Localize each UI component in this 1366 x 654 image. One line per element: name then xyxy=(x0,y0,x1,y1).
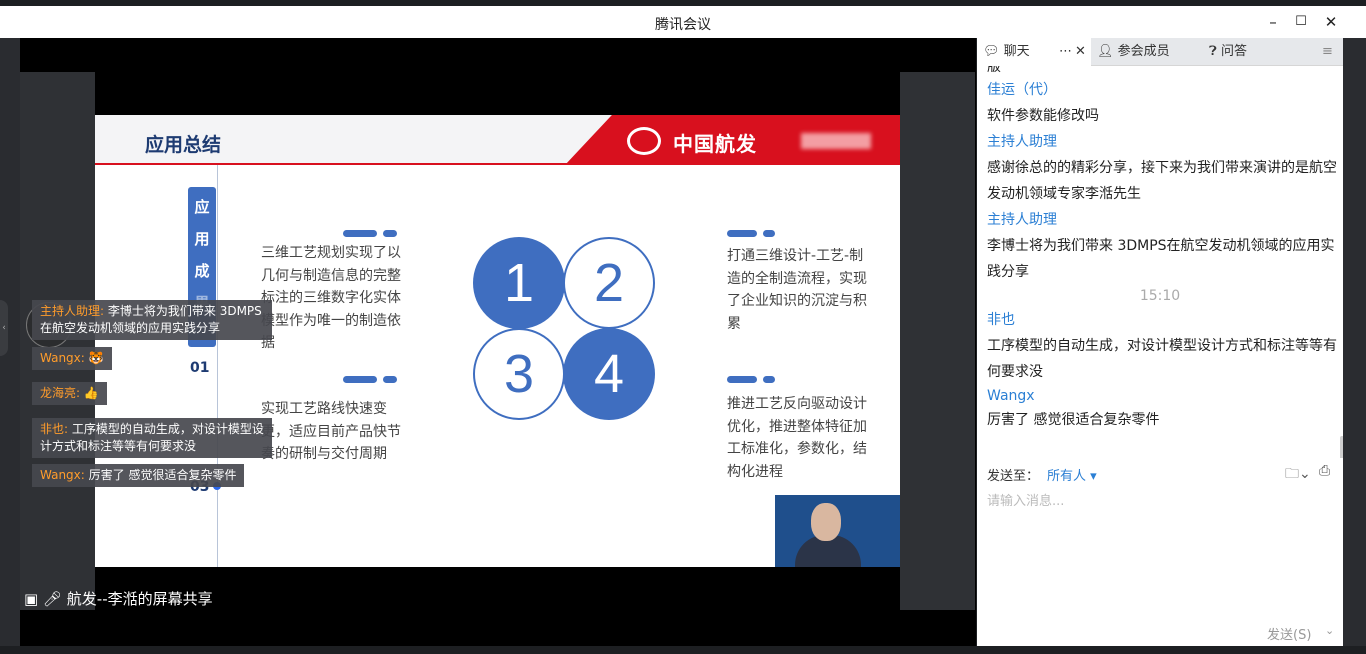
folder-icon[interactable]: 🗀︎⌄ xyxy=(1285,463,1311,487)
slide-point-4: 推进工艺反向驱动设计优化，推进整体特征加工标准化，参数化，结构化进程 xyxy=(727,396,867,480)
presentation-slide: 应用总结 中国航发 应 用 成 果 01 03 三维工艺规划实现了以几何与制造信… xyxy=(95,115,900,567)
decor-bar xyxy=(343,376,377,383)
circle-2: 2 xyxy=(563,237,655,329)
bubble-sender: 非也: xyxy=(40,422,69,436)
slide-point-3: 实现工艺路线快速变更，适应目前产品快节奏的研制与交付周期 xyxy=(261,401,401,462)
chat-message-text: 厉害了 感觉很适合复杂零件 xyxy=(987,412,1160,428)
close-icon[interactable]: ✕ xyxy=(1075,38,1086,66)
qa-icon: ❓︎ xyxy=(1209,44,1217,59)
window-title: 腾讯会议 xyxy=(655,17,711,33)
chat-message-text: 感谢徐总的的精彩分享，接下来为我们带来演讲的是航空发动机领域专家李湉先生 xyxy=(987,160,1337,202)
minimize-button[interactable]: – xyxy=(1262,12,1284,32)
screen-share-caption: ▣ 🎤︎ 航发--李湉的屏幕共享 xyxy=(20,588,213,610)
stage-right-pad xyxy=(900,72,975,610)
bubble-emoji: 🐯 xyxy=(88,351,104,365)
mic-icon: 🎤︎ xyxy=(42,590,63,608)
chat-sender: 佳运（代） xyxy=(987,82,1057,98)
chat-sender: 非也 xyxy=(987,312,1015,328)
decor-bar xyxy=(727,230,757,237)
decor-bar xyxy=(763,376,775,383)
screen-share-owner: 航发--李湉的屏幕共享 xyxy=(66,590,213,608)
bubble-text: 工序模型的自动生成，对设计模型设计方式和标注等等有何要求没 xyxy=(40,422,264,453)
right-edge xyxy=(1343,38,1366,654)
slide-title: 应用总结 xyxy=(145,134,222,156)
side-tab-char: 成 xyxy=(194,262,210,280)
speaker-video xyxy=(775,495,900,567)
chat-bubble: Wangx: 厉害了 感觉很适合复杂零件 xyxy=(32,464,245,487)
bubble-text: 厉害了 感觉很适合复杂零件 xyxy=(88,468,237,482)
screenshot-icon[interactable]: ⎙ xyxy=(1319,463,1330,479)
send-to-value[interactable]: 所有人 ▾ xyxy=(1047,469,1097,484)
bubble-emoji: 👍 xyxy=(83,386,99,400)
close-window-button[interactable]: ✕ xyxy=(1320,12,1342,32)
company-logo-icon xyxy=(627,127,661,155)
tab-qa[interactable]: ❓︎ 问答 xyxy=(1205,38,1315,66)
members-icon: 👤︎ xyxy=(1097,44,1114,59)
maximize-button[interactable]: ☐ xyxy=(1290,12,1312,32)
panel-menu-button[interactable]: ≡ xyxy=(1322,38,1342,66)
circle-4: 4 xyxy=(563,328,655,420)
chat-icon: 💬︎ xyxy=(983,44,1000,59)
chat-message-text: 工序模型的自动生成，对设计模型设计方式和标注等等有何要求没 xyxy=(987,338,1337,380)
chat-bubble: 龙海亮: 👍 xyxy=(32,382,107,405)
side-tab-char: 用 xyxy=(194,230,210,248)
tab-chat-label: 聊天 xyxy=(1003,44,1030,59)
bottom-edge xyxy=(0,646,1366,654)
bubble-sender: 龙海亮: xyxy=(40,386,81,400)
bubble-sender: Wangx: xyxy=(40,468,85,482)
decor-bar xyxy=(383,230,397,237)
collapse-left-handle[interactable]: ‹ xyxy=(0,300,8,356)
chat-sender: 主持人助理 xyxy=(987,134,1057,150)
tab-members[interactable]: 👤︎ 参会成员 xyxy=(1093,38,1203,66)
bubble-sender: 主持人助理: xyxy=(40,304,105,318)
chat-bubble: 非也: 工序模型的自动生成，对设计模型设计方式和标注等等有何要求没 xyxy=(32,418,272,458)
chat-bubble: Wangx: 🐯 xyxy=(32,347,112,370)
message-input[interactable]: 请输入消息... xyxy=(987,490,1064,509)
screen-share-icon: ▣ xyxy=(24,590,39,608)
blurred-logo-part xyxy=(801,133,871,149)
company-logo-text: 中国航发 xyxy=(673,132,757,156)
tab-qa-label: 问答 xyxy=(1220,44,1247,59)
send-to-label: 发送至： xyxy=(987,469,1040,484)
decor-bar xyxy=(727,376,757,383)
decor-bar xyxy=(383,376,397,383)
slide-divider xyxy=(217,165,218,567)
window-titlebar: 腾讯会议 – ☐ ✕ xyxy=(0,6,1366,38)
circle-3: 3 xyxy=(473,328,565,420)
chat-message-text: 李博士将为我们带来 3DMPS在航空发动机领域的应用实践分享 xyxy=(987,238,1335,280)
circle-1: 1 xyxy=(473,237,565,329)
send-options-chevron-icon[interactable]: ⌄ xyxy=(1325,624,1334,637)
slide-red-line xyxy=(95,163,655,165)
chat-bubble: 主持人助理: 李博士将为我们带来 3DMPS在航空发动机领域的应用实践分享 xyxy=(32,300,272,340)
panel-tabs: 💬︎ 聊天 ⋯ ✕ 👤︎ 参会成员 ❓︎ 问答 ≡ xyxy=(977,38,1343,66)
chat-message-text: 软件参数能修改吗 xyxy=(987,108,1099,124)
more-icon[interactable]: ⋯ xyxy=(1059,38,1072,66)
bubble-sender: Wangx: xyxy=(40,351,85,365)
send-to-selector[interactable]: 发送至： 所有人 ▾ xyxy=(987,465,1097,484)
side-tab-char: 应 xyxy=(194,198,210,216)
chat-sender: Wangx xyxy=(987,388,1035,404)
slide-number-01: 01 xyxy=(190,360,210,376)
chat-message-list: 版 佳运（代） 软件参数能修改吗 主持人助理 感谢徐总的的精彩分享，接下来为我们… xyxy=(977,66,1343,458)
decor-bar xyxy=(763,230,775,237)
tab-members-label: 参会成员 xyxy=(1117,44,1170,59)
tab-chat[interactable]: 💬︎ 聊天 ⋯ ✕ xyxy=(977,38,1091,66)
speaker-face xyxy=(811,503,841,541)
slide-point-2: 打通三维设计-工艺-制造的全制造流程，实现了企业知识的沉淀与积累 xyxy=(727,248,867,332)
send-button[interactable]: 发送(S) xyxy=(1267,624,1311,643)
slide-point-1: 三维工艺规划实现了以几何与制造信息的完整标注的三维数字化实体模型作为唯一的制造依… xyxy=(261,245,401,351)
shared-screen-stage: 应用总结 中国航发 应 用 成 果 01 03 三维工艺规划实现了以几何与制造信… xyxy=(20,38,976,646)
chat-timestamp: 15:10 xyxy=(1139,288,1181,304)
chat-panel: 💬︎ 聊天 ⋯ ✕ 👤︎ 参会成员 ❓︎ 问答 ≡ 版 佳运（代） 软件参数能修… xyxy=(977,38,1343,646)
chat-sender: 主持人助理 xyxy=(987,212,1057,228)
decor-bar xyxy=(343,230,377,237)
